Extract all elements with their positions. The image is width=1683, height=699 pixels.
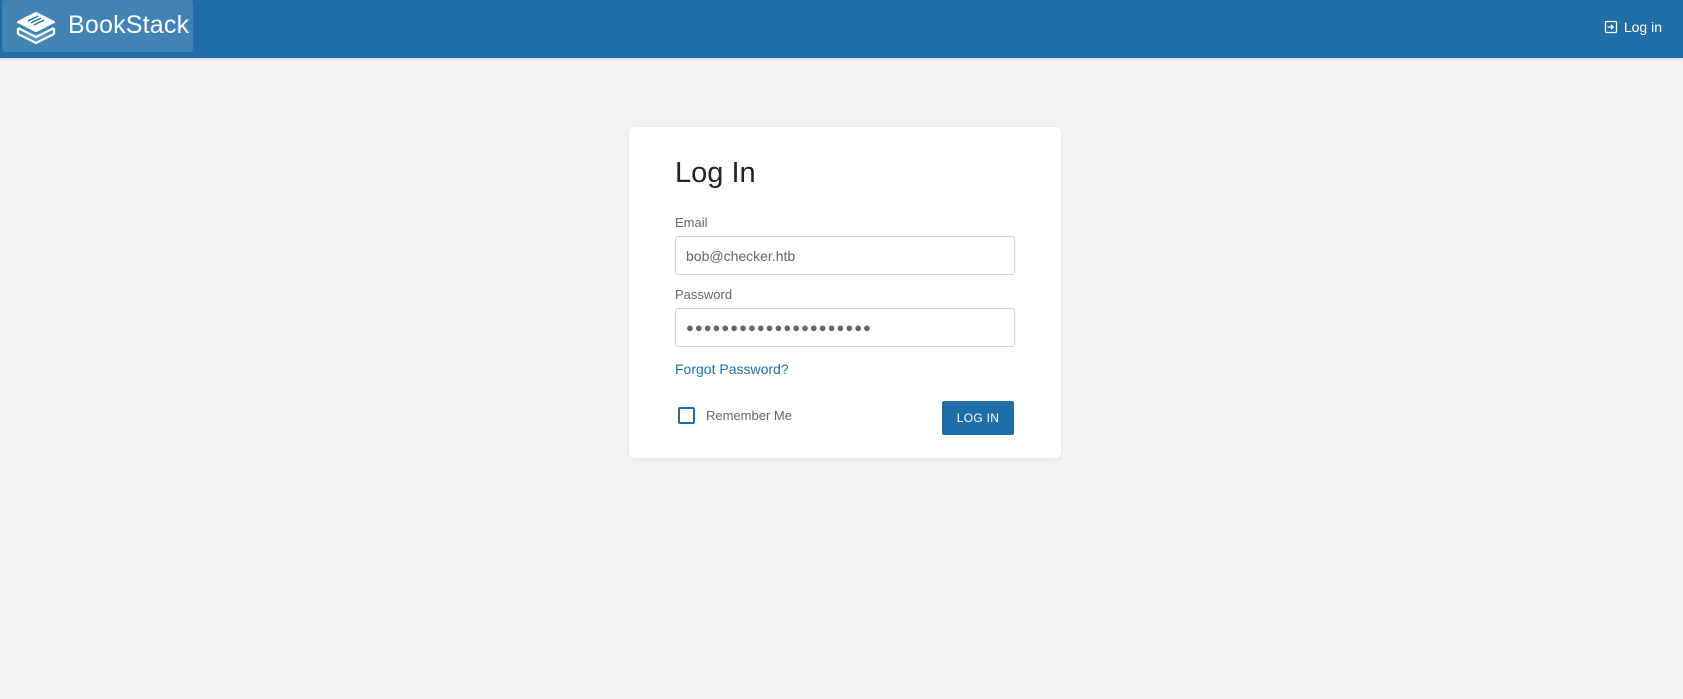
books-stack-icon [16, 11, 56, 45]
login-card: Log In Email Password Forgot Password? R… [629, 127, 1061, 458]
checkbox-box[interactable] [678, 407, 695, 424]
login-button[interactable]: LOG IN [942, 401, 1014, 435]
page-title: Log In [675, 157, 756, 189]
app-name: BookStack [68, 11, 190, 39]
remember-me-label: Remember Me [706, 408, 792, 423]
password-field[interactable] [675, 308, 1015, 347]
home-logo-link[interactable]: BookStack [2, 0, 193, 52]
header-login-label: Log in [1623, 19, 1662, 35]
login-icon [1604, 20, 1617, 34]
app-header: BookStack Log in [0, 0, 1683, 58]
remember-me-checkbox[interactable]: Remember Me [678, 407, 792, 424]
password-label: Password [675, 287, 733, 302]
email-field[interactable] [675, 236, 1015, 275]
header-login-link[interactable]: Log in [1604, 17, 1662, 37]
email-label: Email [675, 215, 708, 230]
forgot-password-link[interactable]: Forgot Password? [675, 361, 789, 377]
